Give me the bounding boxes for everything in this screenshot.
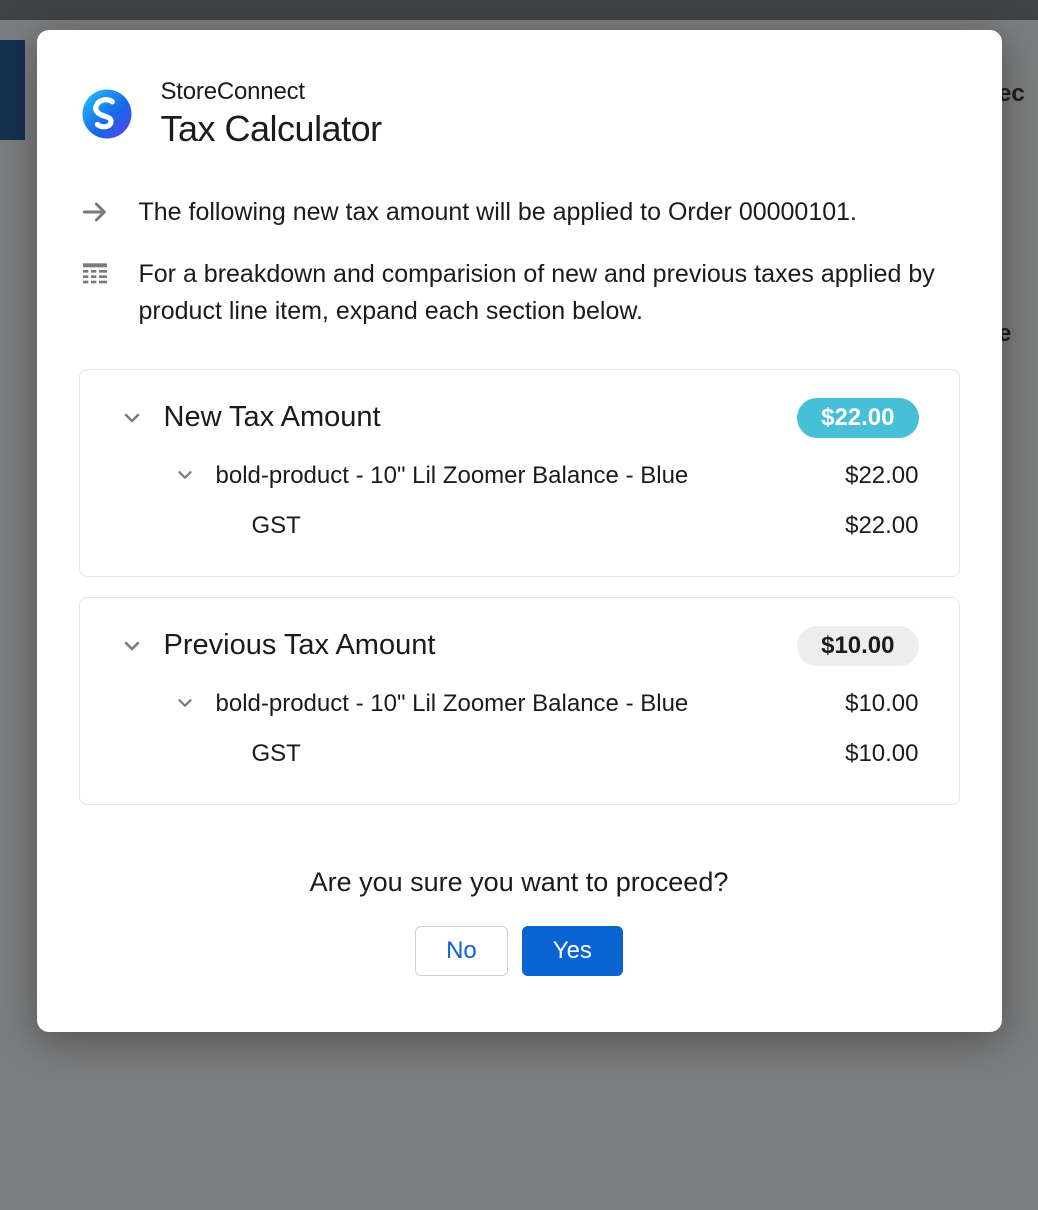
- new-tax-sub-item: GST $22.00: [120, 512, 919, 540]
- new-tax-sub-name: GST: [252, 512, 846, 540]
- yes-button[interactable]: Yes: [522, 926, 623, 976]
- info-row-apply: The following new tax amount will be app…: [79, 194, 960, 230]
- arrow-right-icon: [79, 196, 111, 228]
- previous-tax-sub-amount: $10.00: [845, 740, 918, 768]
- previous-tax-item-name: bold-product - 10" Lil Zoomer Balance - …: [216, 690, 828, 718]
- brand-name: StoreConnect: [161, 78, 382, 106]
- new-tax-title: New Tax Amount: [164, 401, 778, 434]
- previous-tax-sub-name: GST: [252, 740, 846, 768]
- no-button[interactable]: No: [415, 926, 508, 976]
- modal-title: Tax Calculator: [161, 108, 382, 150]
- modal-overlay: StoreConnect Tax Calculator The followin…: [0, 0, 1038, 1210]
- storeconnect-logo-icon: [79, 86, 135, 142]
- new-tax-sub-amount: $22.00: [845, 512, 918, 540]
- chevron-down-icon[interactable]: [174, 464, 198, 488]
- new-tax-item-name: bold-product - 10" Lil Zoomer Balance - …: [216, 462, 828, 490]
- previous-tax-card: Previous Tax Amount $10.00 bold-product …: [79, 597, 960, 805]
- previous-tax-line-item: bold-product - 10" Lil Zoomer Balance - …: [120, 690, 919, 718]
- info-row-breakdown: For a breakdown and comparision of new a…: [79, 256, 960, 329]
- previous-tax-title: Previous Tax Amount: [164, 629, 778, 662]
- modal-header: StoreConnect Tax Calculator: [79, 78, 960, 150]
- new-tax-card: New Tax Amount $22.00 bold-product - 10"…: [79, 369, 960, 577]
- new-tax-total-badge: $22.00: [797, 398, 918, 438]
- info-text-breakdown: For a breakdown and comparision of new a…: [139, 256, 960, 329]
- info-text-apply: The following new tax amount will be app…: [139, 194, 858, 230]
- previous-tax-total-badge: $10.00: [797, 626, 918, 666]
- chevron-down-icon[interactable]: [174, 692, 198, 716]
- new-tax-item-amount: $22.00: [845, 462, 918, 490]
- previous-tax-sub-item: GST $10.00: [120, 740, 919, 768]
- new-tax-line-item: bold-product - 10" Lil Zoomer Balance - …: [120, 462, 919, 490]
- button-row: No Yes: [79, 926, 960, 976]
- previous-tax-item-amount: $10.00: [845, 690, 918, 718]
- chevron-down-icon[interactable]: [120, 406, 144, 430]
- table-icon: [79, 258, 111, 290]
- chevron-down-icon[interactable]: [120, 634, 144, 658]
- tax-calculator-modal: StoreConnect Tax Calculator The followin…: [37, 30, 1002, 1032]
- confirm-question: Are you sure you want to proceed?: [79, 867, 960, 898]
